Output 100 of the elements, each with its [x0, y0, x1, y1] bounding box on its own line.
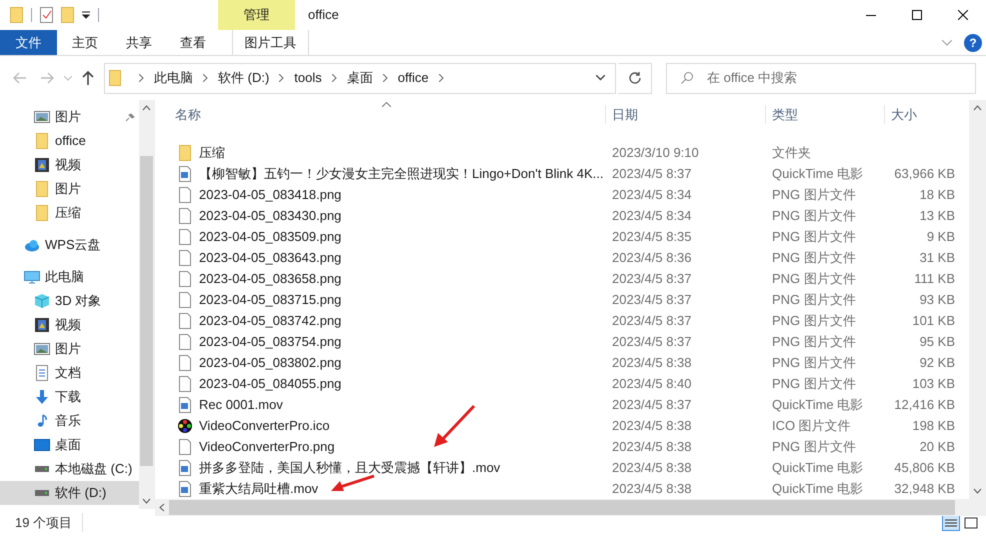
file-size: 9 KB: [926, 228, 955, 244]
sidebar-item[interactable]: 下载: [0, 385, 139, 409]
sidebar-item[interactable]: 文档: [0, 361, 139, 385]
file-name[interactable]: 拼多多登陆，美国人秒懂，且大受震撼【轩讲】.mov: [199, 458, 500, 478]
file-name[interactable]: 2023-04-05_083430.png: [199, 206, 342, 226]
file-name[interactable]: 2023-04-05_084055.png: [199, 374, 342, 394]
file-name[interactable]: VideoConverterPro.ico: [199, 416, 330, 436]
file-name[interactable]: 2023-04-05_083509.png: [199, 226, 342, 246]
folder-icon: [34, 133, 50, 149]
address-bar[interactable]: 此电脑 软件 (D:) tools 桌面 office: [104, 62, 616, 94]
sidebar-scrollbar[interactable]: [139, 100, 154, 509]
file-icon: [177, 292, 193, 308]
sidebar-item[interactable]: office: [0, 129, 139, 153]
horizontal-scrollbar[interactable]: [155, 499, 986, 516]
chevron-right-icon[interactable]: [139, 74, 144, 82]
sidebar-label: office: [55, 132, 86, 150]
sidebar-item[interactable]: 本地磁盘 (C:): [0, 457, 139, 481]
sidebar-item[interactable]: 图片: [0, 177, 139, 201]
file-name[interactable]: 2023-04-05_083658.png: [199, 268, 342, 288]
video-file-icon: [177, 166, 193, 182]
file-date: 2023/4/5 8:36: [612, 250, 692, 265]
sidebar-item[interactable]: 压缩: [0, 201, 139, 225]
chevron-right-icon[interactable]: [279, 74, 284, 82]
chevron-right-icon[interactable]: [438, 74, 444, 82]
file-name[interactable]: 2023-04-05_083418.png: [199, 184, 342, 204]
ribbon-tab[interactable]: 主页: [59, 30, 111, 55]
file-name[interactable]: 2023-04-05_083802.png: [199, 352, 342, 372]
ribbon-tab[interactable]: 共享: [113, 30, 165, 55]
file-icon: [177, 438, 193, 454]
file-type: QuickTime 电影: [772, 396, 864, 412]
refresh-button[interactable]: [618, 62, 652, 94]
file-date: 2023/4/5 8:38: [612, 418, 692, 433]
file-icon: [177, 334, 193, 350]
sidebar-item[interactable]: 图片: [0, 105, 139, 129]
file-name[interactable]: 2023-04-05_083742.png: [199, 310, 342, 330]
column-header[interactable]: 类型: [765, 104, 884, 124]
sidebar-label: 视频: [55, 156, 81, 174]
dropdown-icon[interactable]: [82, 11, 90, 19]
file-icon: [177, 354, 193, 370]
file-icon: [177, 270, 193, 286]
file-type: PNG 图片文件: [772, 186, 856, 202]
sidebar-item[interactable]: 图片: [0, 337, 139, 361]
file-icon: [177, 208, 193, 224]
chevron-down-icon[interactable]: [596, 75, 605, 81]
file-size: 20 KB: [920, 438, 955, 454]
scrollbar-thumb[interactable]: [140, 156, 153, 466]
file-type: PNG 图片文件: [772, 354, 856, 370]
file-name[interactable]: VideoConverterPro.png: [199, 436, 335, 456]
file-date: 2023/4/5 8:37: [612, 292, 692, 307]
file-tab[interactable]: 文件: [0, 30, 57, 55]
sidebar-item[interactable]: 视频: [0, 153, 139, 177]
sidebar-label: 图片: [55, 108, 81, 126]
help-button[interactable]: ?: [964, 34, 982, 52]
file-name[interactable]: 2023-04-05_083715.png: [199, 290, 342, 310]
sidebar-item[interactable]: WPS云盘: [0, 233, 139, 257]
breadcrumb-item[interactable]: 桌面: [346, 68, 373, 88]
sidebar-item[interactable]: 桌面: [0, 433, 139, 457]
column-header[interactable]: 日期: [605, 104, 765, 124]
breadcrumb-item[interactable]: office: [398, 68, 429, 88]
breadcrumb-item[interactable]: tools: [294, 68, 322, 88]
file-date: 2023/4/5 8:38: [612, 480, 692, 496]
vertical-scrollbar[interactable]: [969, 100, 986, 499]
ribbon-tab[interactable]: 查看: [167, 30, 219, 55]
file-type: ICO 图片文件: [772, 418, 851, 433]
sidebar-label: 压缩: [55, 204, 81, 222]
file-type: PNG 图片文件: [772, 208, 856, 223]
file-type: PNG 图片文件: [772, 270, 856, 286]
pin-icon[interactable]: [125, 112, 135, 122]
file-name[interactable]: 重紫大结局吐槽.mov: [199, 478, 318, 498]
chevron-right-icon[interactable]: [203, 74, 208, 82]
sidebar-item[interactable]: 3D 对象: [0, 289, 139, 313]
file-date: 2023/4/5 8:37: [612, 396, 692, 412]
file-name[interactable]: 【柳智敏】五钓一！少女漫女主完全照进现实！Lingo+Don't Blink 4K...: [199, 164, 604, 184]
large-icons-view-icon[interactable]: [962, 514, 980, 530]
up-arrow-icon[interactable]: [82, 71, 94, 85]
sidebar-label: 软件 (D:): [55, 484, 106, 502]
file-name[interactable]: 压缩: [199, 142, 225, 162]
file-size: 12,416 KB: [894, 396, 955, 412]
scrollbar-thumb[interactable]: [169, 500, 955, 515]
file-date: 2023/4/5 8:37: [612, 166, 692, 181]
file-name[interactable]: 2023-04-05_083754.png: [199, 332, 342, 352]
sidebar-item[interactable]: 视频: [0, 313, 139, 337]
properties-icon[interactable]: [40, 7, 53, 23]
sidebar-label: 桌面: [55, 436, 81, 454]
file-size: 198 KB: [912, 418, 955, 433]
sidebar-item[interactable]: 软件 (D:): [0, 481, 139, 505]
column-header[interactable]: 大小: [884, 104, 955, 124]
column-header[interactable]: 名称: [175, 104, 605, 124]
details-view-icon[interactable]: [942, 514, 960, 530]
breadcrumb-item[interactable]: 此电脑: [154, 68, 193, 88]
search-field[interactable]: 在 office 中搜索: [666, 62, 976, 94]
file-name[interactable]: 2023-04-05_083643.png: [199, 248, 342, 268]
file-date: 2023/4/5 8:34: [612, 208, 692, 223]
breadcrumb-item[interactable]: 软件 (D:): [218, 68, 270, 88]
sidebar-label: 此电脑: [45, 268, 84, 286]
chevron-right-icon[interactable]: [332, 74, 337, 82]
file-name[interactable]: Rec 0001.mov: [199, 394, 283, 414]
sidebar-item[interactable]: 音乐: [0, 409, 139, 433]
sidebar-item[interactable]: 此电脑: [0, 265, 139, 289]
chevron-right-icon[interactable]: [382, 74, 388, 82]
